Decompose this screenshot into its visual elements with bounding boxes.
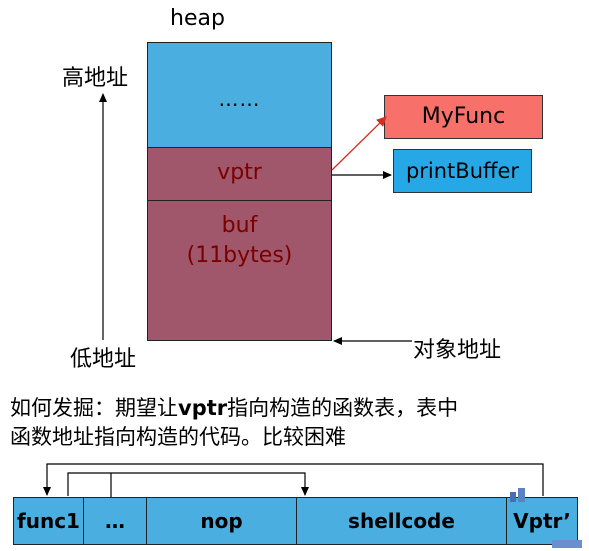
- decorative-corner-icon: [510, 488, 582, 548]
- func1-to-shellcode-arrow: [67, 472, 309, 496]
- vptr-to-myfunc-arrow: [331, 116, 387, 171]
- vptr-to-func1-arrow: [43, 463, 544, 496]
- diagram-arrows: [43, 93, 582, 548]
